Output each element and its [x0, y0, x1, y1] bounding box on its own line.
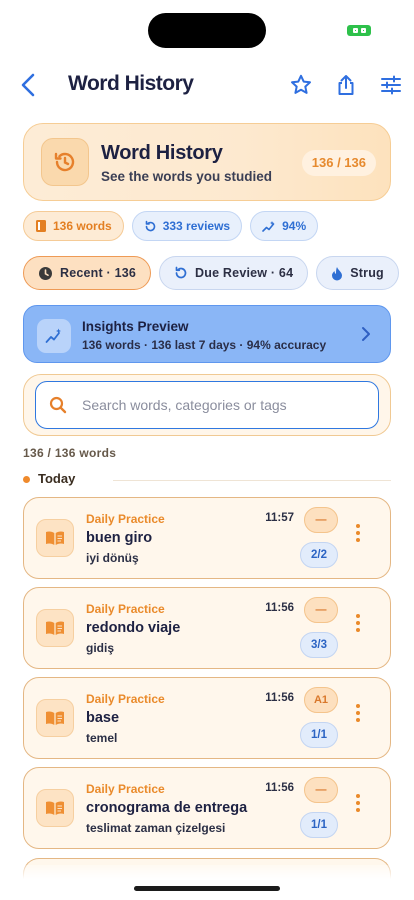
card-time: 11:56	[265, 782, 294, 794]
card-word: buen giro	[86, 530, 153, 546]
card-category: Daily Practice	[86, 602, 165, 616]
battery-indicator-icon	[347, 25, 371, 36]
stat-chip-reviews: 333 reviews	[131, 211, 243, 241]
card-category: Daily Practice	[86, 512, 165, 526]
card-word: base	[86, 710, 120, 726]
stat-label: 333 reviews	[162, 219, 231, 233]
filter-label: Recent · 136	[60, 266, 137, 280]
review-count-badge: 2/2	[300, 542, 338, 568]
share-icon[interactable]	[334, 73, 358, 97]
bottom-fade	[0, 865, 414, 900]
review-count-badge: 1/1	[300, 812, 338, 838]
card-time: 11:56	[265, 602, 294, 614]
dynamic-island	[148, 13, 266, 48]
home-indicator[interactable]	[134, 886, 280, 891]
search-icon	[49, 396, 67, 414]
back-chevron-icon[interactable]	[18, 72, 40, 98]
card-time: 11:57	[265, 512, 294, 524]
stat-chip-accuracy: 94%	[250, 211, 319, 241]
review-count-badge: 3/3	[300, 632, 338, 658]
hero-card: Word History See the words you studied 1…	[23, 123, 391, 201]
more-options-icon[interactable]	[352, 614, 364, 640]
section-dot	[23, 476, 30, 483]
card-category: Daily Practice	[86, 782, 165, 796]
filter-sliders-icon[interactable]	[379, 73, 403, 97]
filter-recent[interactable]: Recent · 136	[23, 256, 152, 290]
stat-label: 136 words	[53, 219, 112, 233]
hero-subtitle: See the words you studied	[101, 169, 273, 184]
filter-struggling[interactable]: Strug	[316, 256, 399, 290]
book-icon	[36, 220, 46, 232]
word-card[interactable]: Daily Practice 11:56 cronograma de entre…	[23, 767, 391, 849]
stat-label: 94%	[282, 219, 307, 233]
word-card[interactable]: Daily Practice 11:56 base temel A1 1/1	[23, 677, 391, 759]
word-card[interactable]: Daily Practice 11:57 buen giro iyi dönüş…	[23, 497, 391, 579]
result-count: 136 / 136 words	[23, 446, 117, 460]
open-book-icon	[36, 789, 74, 827]
search-input[interactable]	[82, 382, 372, 427]
refresh-icon	[145, 220, 155, 231]
hero-title: Word History	[101, 142, 223, 164]
card-category: Daily Practice	[86, 692, 165, 706]
flame-icon	[332, 266, 343, 280]
history-icon	[39, 266, 52, 280]
filter-label: Strug	[350, 266, 384, 280]
open-book-icon	[36, 699, 74, 737]
chevron-right-icon	[362, 327, 370, 341]
filter-due-review[interactable]: Due Review · 64	[159, 256, 309, 290]
card-translation: temel	[86, 731, 118, 745]
open-book-icon	[36, 519, 74, 557]
card-time: 11:56	[265, 692, 294, 704]
section-divider	[113, 480, 391, 481]
open-book-icon	[36, 609, 74, 647]
nav-bar: Word History	[0, 60, 414, 110]
section-header-today: Today	[23, 471, 391, 489]
level-badge: —	[304, 597, 338, 623]
star-icon[interactable]	[289, 73, 313, 97]
section-label: Today	[38, 471, 76, 486]
level-badge: —	[304, 777, 338, 803]
search-container	[23, 374, 391, 436]
more-options-icon[interactable]	[352, 704, 364, 730]
more-options-icon[interactable]	[352, 794, 364, 820]
more-options-icon[interactable]	[352, 524, 364, 550]
filter-label: Due Review · 64	[195, 266, 294, 280]
page-title: Word History	[68, 72, 194, 95]
sparkle-chart-icon	[37, 319, 71, 353]
insights-title: Insights Preview	[82, 319, 189, 334]
card-word: cronograma de entrega	[86, 800, 248, 816]
word-card[interactable]: Daily Practice 11:56 redondo viaje gidiş…	[23, 587, 391, 669]
card-word: redondo viaje	[86, 620, 181, 636]
filter-tabs: Recent · 136 Due Review · 64 Strug	[23, 256, 399, 290]
refresh-icon	[175, 266, 187, 279]
card-translation: iyi dönüş	[86, 551, 139, 565]
insights-preview-banner[interactable]: Insights Preview 136 words · 136 last 7 …	[23, 305, 391, 363]
card-translation: gidiş	[86, 641, 115, 655]
insights-subtitle: 136 words · 136 last 7 days · 94% accura…	[82, 338, 327, 352]
history-icon	[41, 138, 89, 186]
review-count-badge: 1/1	[300, 722, 338, 748]
stat-chip-words: 136 words	[23, 211, 124, 241]
stat-chips: 136 words 333 reviews 94%	[23, 211, 319, 241]
sparkle-icon	[262, 220, 275, 232]
search-box[interactable]	[35, 381, 379, 429]
level-badge: —	[304, 507, 338, 533]
card-translation: teslimat zaman çizelgesi	[86, 821, 226, 835]
level-badge: A1	[304, 687, 338, 713]
progress-badge: 136 / 136	[301, 150, 376, 176]
